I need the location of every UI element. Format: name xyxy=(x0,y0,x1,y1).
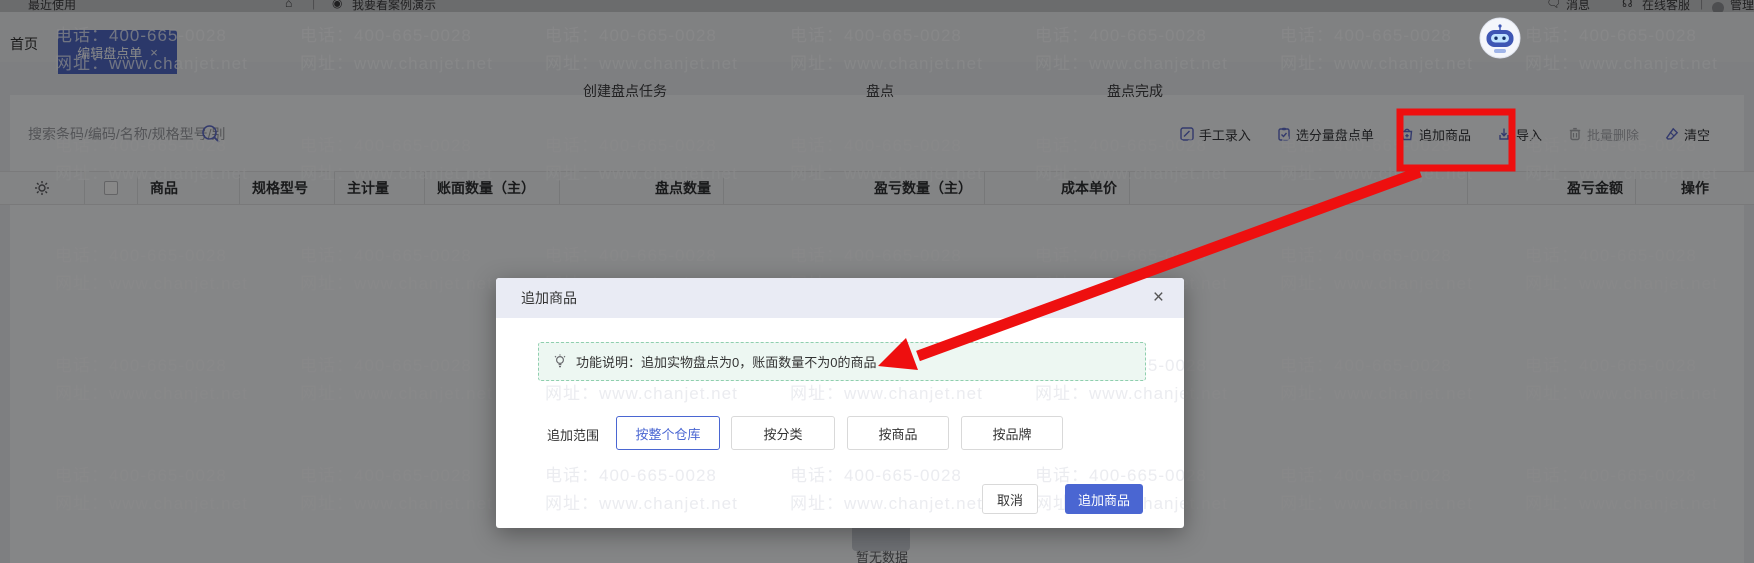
modal-tip-box: 功能说明：追加实物盘点为0，账面数量不为0的商品 xyxy=(538,342,1146,381)
modal-tip-text: 功能说明：追加实物盘点为0，账面数量不为0的商品 xyxy=(576,355,877,370)
range-by-category[interactable]: 按分类 xyxy=(731,416,835,450)
app-screenshot: { "topbar": { "left_nav": "最近使用", "demo_… xyxy=(0,0,1754,563)
assistant-robot-icon[interactable] xyxy=(1476,16,1524,64)
confirm-append-button[interactable]: 追加商品 xyxy=(1065,484,1143,514)
modal-title: 追加商品 xyxy=(521,290,577,306)
modal-header: 追加商品 × xyxy=(496,278,1184,318)
modal-close-icon[interactable]: × xyxy=(1153,278,1164,318)
range-label: 追加范围 xyxy=(547,428,600,443)
range-by-product[interactable]: 按商品 xyxy=(847,416,949,450)
range-by-whole-warehouse[interactable]: 按整个仓库 xyxy=(616,416,720,450)
range-by-brand[interactable]: 按品牌 xyxy=(961,416,1063,450)
lightbulb-icon xyxy=(554,353,566,367)
cancel-button[interactable]: 取消 xyxy=(982,484,1038,514)
append-product-modal: 电话：400-665-0028 网址：www.chanjet.net电话：400… xyxy=(496,278,1184,528)
